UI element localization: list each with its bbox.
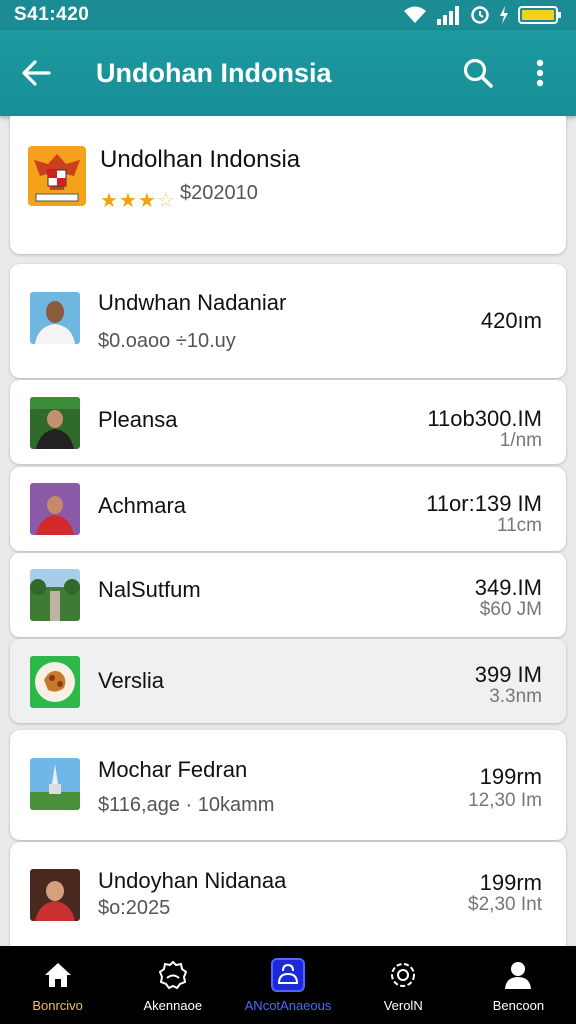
more-options-icon[interactable] [520,53,560,93]
row-secondary: 1/nm [499,430,542,451]
status-icons [402,5,562,25]
row-value: 399 IM [474,662,542,687]
list-item[interactable]: Undoyhan Nidanaa $o:2025 199rm $2,30 Int [10,842,566,946]
food-thumbnail [30,656,80,708]
monument-thumbnail [30,758,80,810]
star-icon: ★ [118,190,138,212]
row-value: 11ob300.IM [427,406,542,431]
charging-icon [498,5,510,25]
nav-item-badge[interactable]: Akennaoe [115,946,230,1024]
list-item[interactable]: Mochar Fedran $116,age · 10kamm 199rm 12… [10,730,566,840]
home-icon [41,958,75,992]
row-name: Undwhan Nadaniar [98,290,287,315]
bag-icon [271,957,305,992]
signal-icon [436,5,462,25]
back-arrow-icon[interactable] [16,53,56,93]
star-rating: ★★★☆ [100,188,176,213]
star-icon: ★ [100,190,119,212]
nav-item-bag[interactable]: ANcotAnaeous [230,946,345,1024]
row-name: NalSutfum [98,577,201,602]
person-thumbnail [30,869,80,921]
row-secondary: 12,30 Im [468,790,542,811]
list-item[interactable]: NalSutfum 349.IM $60 JM [10,553,566,637]
page-title: Undohan Indonsia [96,57,332,88]
nav-label: ANcotAnaeous [244,997,332,1013]
row-sub: $o:2025 [98,897,171,919]
badge-icon [156,958,190,992]
status-bar: S41:420 [0,0,576,30]
garden-thumbnail [30,569,80,621]
nav-item-settings[interactable]: VerolN [346,946,461,1024]
status-time: S41:420 [14,4,90,25]
nav-label: Bencoon [492,997,545,1013]
row-sub: $0.oaoo ÷10.uy [98,330,236,352]
nav-label: Akennaoe [143,997,203,1013]
nav-item-home[interactable]: Bonrcivo [0,946,115,1024]
row-sub: $116,age · 10kamm [98,794,275,816]
header-card[interactable]: Undolhan Indonsia ★★★☆ $202010 [10,116,566,254]
battery-icon [518,5,562,25]
header-title: Undolhan Indonsia [100,146,301,173]
list-item[interactable]: Achmara 11or:139 IM 11cm [10,467,566,551]
wifi-icon [402,5,428,25]
emblem-thumbnail [28,146,86,206]
row-value: 420ım [480,308,542,333]
nav-label: VerolN [383,997,423,1013]
content-list: Undolhan Indonsia ★★★☆ $202010 Undwhan N… [0,116,576,946]
list-item[interactable]: Verslia 399 IM 3.3nm [10,639,566,723]
row-secondary: $60 JM [479,599,542,620]
list-item[interactable]: Pleansa 11ob300.IM 1/nm [10,380,566,464]
search-icon[interactable] [458,53,498,93]
app-bar: Undohan Indonsia [0,30,576,116]
row-name: Achmara [98,493,187,518]
row-secondary: 11cm [496,515,542,536]
row-value: 349.IM [474,575,542,600]
person-thumbnail [30,397,80,449]
star-icon: ★ [137,190,157,212]
bottom-nav: Bonrcivo Akennaoe ANcotAnaeous VerolN Be… [0,946,576,1024]
row-value: 199rm [479,764,542,789]
row-value: 11or:139 IM [426,491,542,516]
nav-item-profile[interactable]: Bencoon [461,946,576,1024]
row-name: Undoyhan Nidanaa [98,868,287,893]
row-secondary: 3.3nm [489,686,542,707]
row-value: 199rm [479,870,542,895]
person-thumbnail [30,292,80,344]
row-name: Verslia [98,668,165,693]
star-outline-icon: ☆ [156,190,176,212]
profile-icon [501,958,535,992]
row-name: Pleansa [98,407,178,432]
header-price: $202010 [180,182,258,204]
alarm-icon [470,5,490,25]
row-secondary: $2,30 Int [468,894,542,915]
gear-icon [386,958,420,992]
nav-label: Bonrcivo [32,997,83,1013]
row-name: Mochar Fedran [98,757,248,782]
person-thumbnail [30,483,80,535]
list-item[interactable]: Undwhan Nadaniar $0.oaoo ÷10.uy 420ım [10,264,566,378]
